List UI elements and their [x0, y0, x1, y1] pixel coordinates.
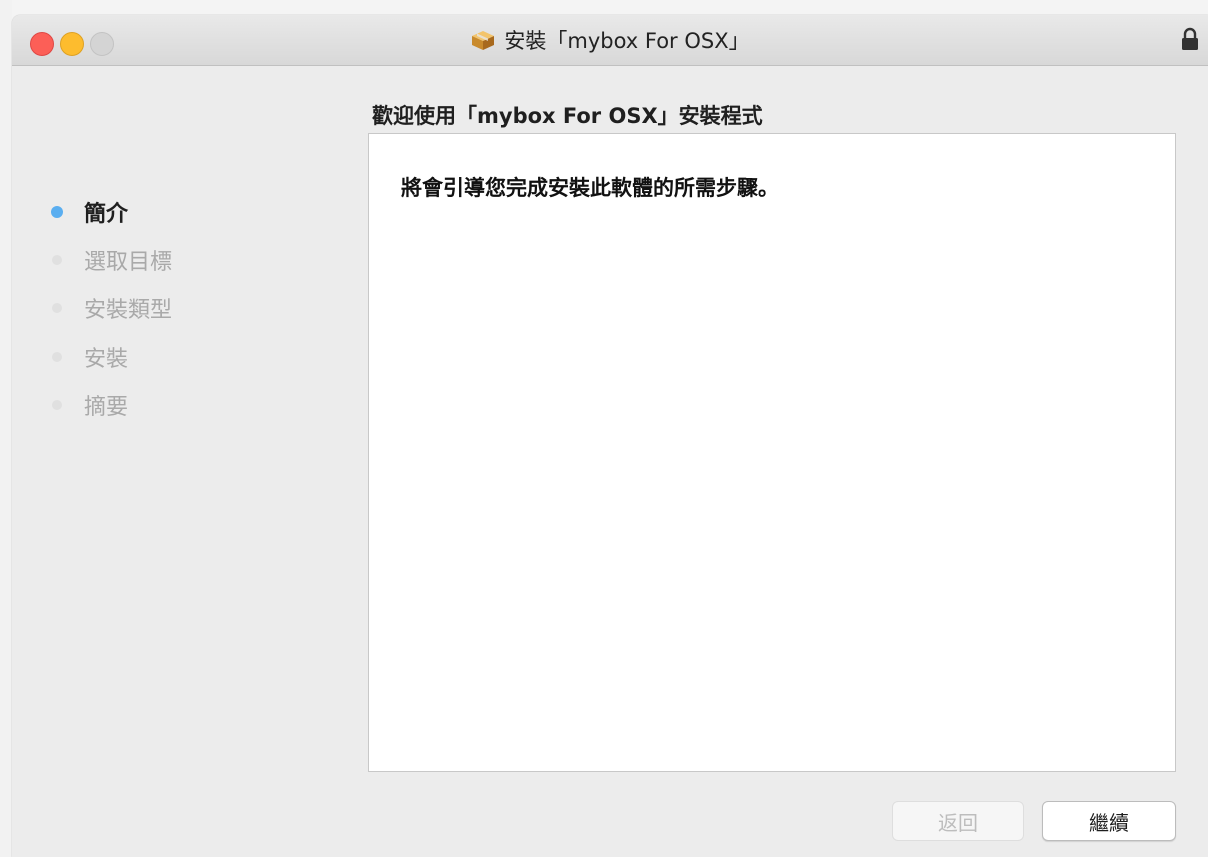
step-label: 安裝類型 [84, 298, 173, 323]
step-indicator [52, 255, 62, 265]
steps-sidebar: 簡介 選取目標 安裝類型 安裝 摘要 [12, 65, 352, 857]
step-installation: 安裝 [52, 337, 128, 377]
step-label: 選取目標 [84, 250, 173, 275]
step-installation-type: 安裝類型 [52, 288, 172, 328]
back-button[interactable]: 返回 [892, 801, 1024, 841]
step-active-indicator [51, 206, 63, 218]
window-title: 安裝「mybox For OSX」 [504, 29, 750, 53]
installer-window: 安裝「mybox For OSX」 簡介 選取目標 安裝類型 安裝 摘要 歡迎使… [12, 15, 1208, 857]
step-introduction: 簡介 [51, 192, 129, 232]
background-app-edge [0, 0, 12, 857]
step-label: 安裝 [84, 347, 129, 372]
step-label: 摘要 [84, 395, 129, 420]
page-heading: 歡迎使用「mybox For OSX」安裝程式 [372, 104, 763, 128]
step-summary: 摘要 [52, 385, 128, 425]
title-bar[interactable]: 安裝「mybox For OSX」 [12, 15, 1208, 66]
intro-text: 將會引導您完成安裝此軟體的所需步驟。 [401, 176, 779, 200]
lock-icon[interactable] [1180, 27, 1200, 51]
continue-button[interactable]: 繼續 [1042, 801, 1176, 841]
step-label: 簡介 [84, 202, 129, 227]
step-select-destination: 選取目標 [52, 240, 172, 280]
step-indicator [52, 400, 62, 410]
step-indicator [52, 352, 62, 362]
package-icon [472, 31, 495, 50]
step-indicator [52, 303, 62, 313]
content-pane: 將會引導您完成安裝此軟體的所需步驟。 [368, 133, 1176, 772]
